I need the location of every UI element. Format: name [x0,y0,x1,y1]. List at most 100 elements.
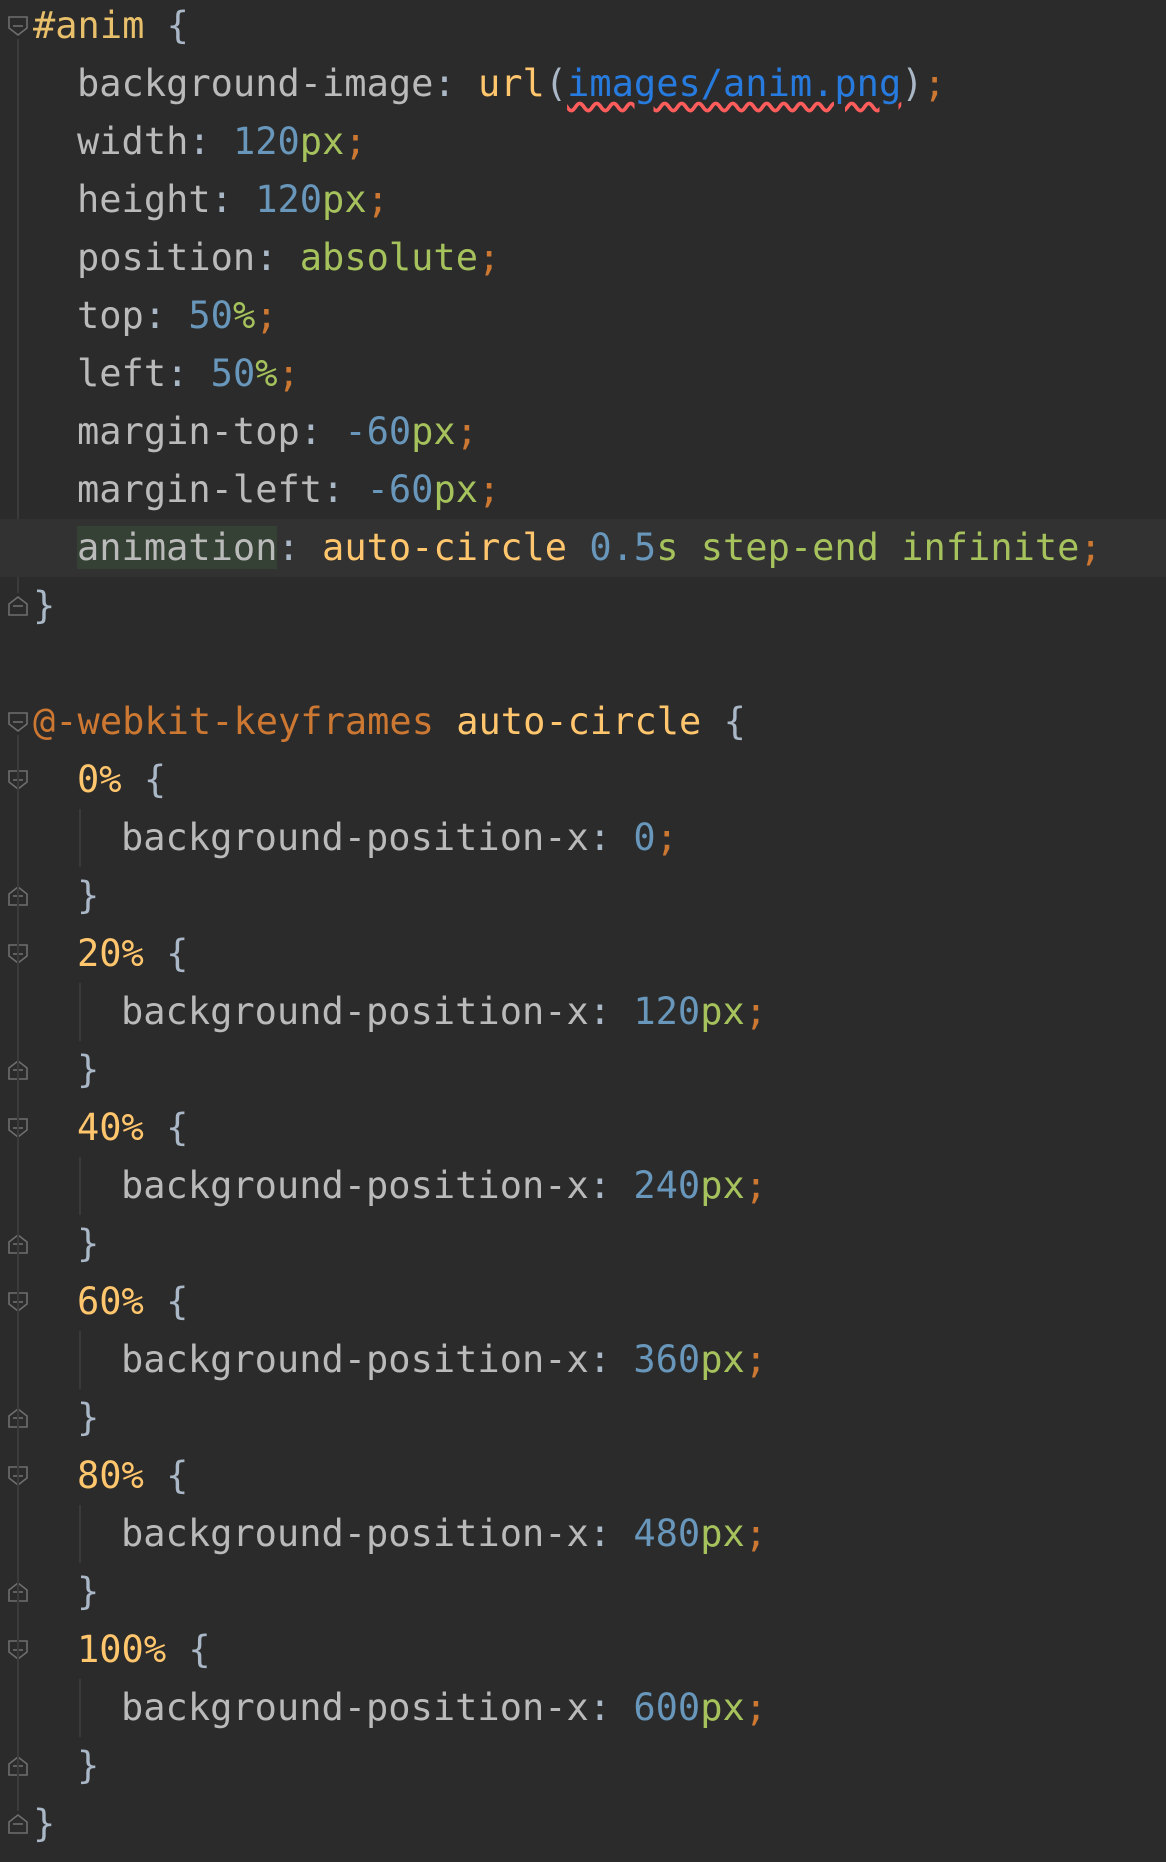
code-line[interactable]: height: 120px; [0,171,1166,229]
code-line[interactable]: background-position-x: 480px; [0,1505,1166,1563]
code-line[interactable]: background-position-x: 600px; [0,1679,1166,1737]
code-token: } [33,1802,56,1845]
code-token: background-position-x [121,1164,589,1207]
code-line[interactable]: 20% { [0,925,1166,983]
code-token: 40% [77,1106,144,1149]
code-text: 100% { [77,1621,211,1679]
code-text: } [77,1737,99,1795]
code-token: ; [923,62,946,105]
code-editor[interactable]: #anim {background-image: url(images/anim… [0,0,1166,1862]
code-text: margin-left: -60px; [77,461,500,519]
code-line[interactable]: animation: auto-circle 0.5s step-end inf… [0,519,1166,577]
code-text: background-position-x: 240px; [121,1157,767,1215]
code-token: ; [744,1164,768,1207]
code-line[interactable]: 80% { [0,1447,1166,1505]
code-line[interactable]: top: 50%; [0,287,1166,345]
code-line[interactable]: background-position-x: 120px; [0,983,1166,1041]
code-token: } [77,1396,100,1439]
code-line[interactable] [0,635,1166,693]
code-token: 360 [633,1338,701,1381]
code-line[interactable]: } [0,867,1166,925]
code-token: px [700,1686,745,1729]
code-token: animation [77,526,278,569]
code-token: px [299,120,345,163]
code-token: : [166,352,211,395]
code-text: @-webkit-keyframes auto-circle { [33,693,746,751]
code-line[interactable]: } [0,1389,1166,1447]
code-line[interactable]: width: 120px; [0,113,1166,171]
code-line[interactable]: background-position-x: 0; [0,809,1166,867]
code-token: ; [655,816,678,859]
code-token: px [700,1512,745,1555]
code-token: 120 [232,120,300,163]
code-line[interactable]: @-webkit-keyframes auto-circle { [0,693,1166,751]
code-line[interactable]: } [0,1737,1166,1795]
code-token: px [700,1164,745,1207]
code-token: top [77,294,144,337]
code-token: 50 [188,294,233,337]
code-token: 0% [77,758,122,801]
code-text: 60% { [77,1273,188,1331]
code-text: } [77,1215,99,1273]
code-line[interactable]: margin-left: -60px; [0,461,1166,519]
code-token: auto-circle [456,700,702,743]
code-line[interactable]: } [0,1215,1166,1273]
code-token: width [77,120,189,163]
code-line[interactable]: } [0,1795,1166,1853]
code-token: : [255,236,300,279]
code-token: ; [744,1686,768,1729]
code-token: } [77,1744,100,1787]
code-text: left: 50%; [77,345,300,403]
code-line[interactable]: 40% { [0,1099,1166,1157]
code-token: 50 [210,352,256,395]
code-token: ; [744,1512,768,1555]
indent-guide [79,1505,81,1563]
code-line[interactable]: 100% { [0,1621,1166,1679]
code-token: : [210,178,256,221]
code-token: background-position-x [121,990,589,1033]
code-line[interactable]: position: absolute; [0,229,1166,287]
code-token: ; [344,120,367,163]
indent-guide [79,1679,81,1737]
code-token: px [700,990,745,1033]
code-token: 120 [633,990,701,1033]
code-token: background-position-x [121,1686,589,1729]
code-token: ; [744,990,768,1033]
code-token: : [188,120,233,163]
code-line[interactable]: } [0,1041,1166,1099]
code-token: ; [277,352,300,395]
code-token: position [77,236,256,279]
code-token: : [277,526,323,569]
code-token[interactable]: images/anim.png [567,62,901,105]
code-token: ; [478,468,501,511]
code-token: : [143,294,189,337]
code-line[interactable]: 60% { [0,1273,1166,1331]
code-line[interactable]: background-position-x: 240px; [0,1157,1166,1215]
code-line[interactable]: margin-top: -60px; [0,403,1166,461]
code-token: background-position-x [121,816,589,859]
code-token: % [255,352,278,395]
code-line[interactable]: } [0,1563,1166,1621]
code-line[interactable]: } [0,577,1166,635]
code-token: 120 [255,178,323,221]
code-token: 0.5 [589,526,657,569]
code-text: animation: auto-circle 0.5s step-end inf… [77,519,1102,577]
code-token: : [588,1164,634,1207]
code-line[interactable]: background-position-x: 360px; [0,1331,1166,1389]
code-token: : [588,1686,634,1729]
code-text: top: 50%; [77,287,278,345]
code-line[interactable]: left: 50%; [0,345,1166,403]
code-token: 600 [633,1686,701,1729]
code-token: ; [1079,526,1102,569]
code-token: background-position-x [121,1338,589,1381]
code-token: 0 [633,816,656,859]
code-line[interactable]: #anim { [0,0,1166,55]
code-line[interactable]: background-image: url(images/anim.png); [0,55,1166,113]
code-line[interactable]: 0% { [0,751,1166,809]
code-text: } [33,1795,55,1853]
code-token: margin-top [77,410,300,453]
code-token: 80% [77,1454,144,1497]
code-token: 60% [77,1280,144,1323]
code-text: 80% { [77,1447,188,1505]
